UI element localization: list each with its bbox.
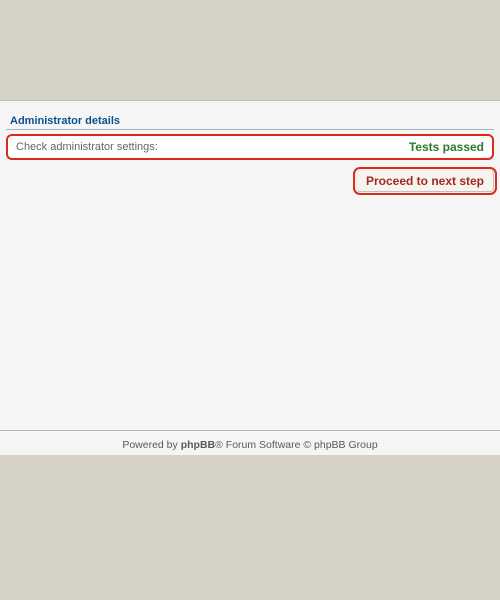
section-title: Administrator details (6, 113, 494, 130)
action-row: Proceed to next step (0, 160, 500, 196)
footer: Powered by phpBB® Forum Software © phpBB… (0, 430, 500, 451)
proceed-button[interactable]: Proceed to next step (356, 170, 494, 192)
check-result-label: Check administrator settings: (16, 141, 158, 153)
footer-prefix: Powered by (122, 439, 180, 451)
footer-suffix: ® Forum Software © phpBB Group (215, 439, 378, 451)
footer-brand: phpBB (181, 439, 215, 451)
content-panel: Administrator details Check administrato… (0, 100, 500, 455)
check-result-row: Check administrator settings: Tests pass… (6, 134, 494, 160)
check-result-status: Tests passed (409, 140, 484, 154)
